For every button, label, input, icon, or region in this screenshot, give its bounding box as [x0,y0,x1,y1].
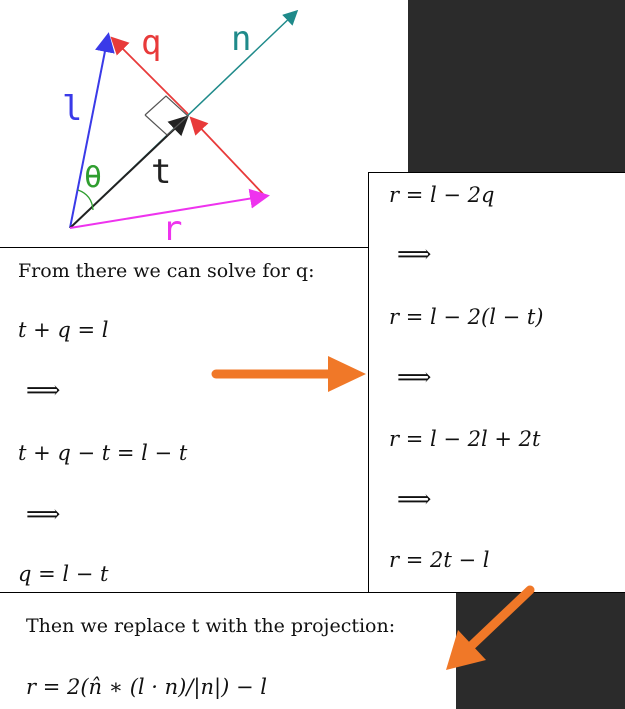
implies-symbol: ⟹ [397,240,432,268]
equation-line: r = l − 2(l − t) [389,305,544,329]
projection-intro-text: Then we replace t with the projection: [26,615,396,637]
solve-intro-text: From there we can solve for q: [18,260,315,282]
vector-diagram-panel: q n l θ t r [0,0,408,249]
implies-symbol: ⟹ [397,485,432,513]
vector-diagram: q n l θ t r [62,9,299,249]
final-formula: r = 2(n̂ ∗ (l · n)/|n|) − l [26,675,267,699]
solve-for-r-panel: r = l − 2q ⟹ r = l − 2(l − t) ⟹ r = l − … [368,172,625,593]
equation-line: t + q = l [18,318,109,342]
equation-line: r = 2t − l [389,548,490,572]
label-q: q [141,23,161,63]
vector-l-arrow [69,32,115,229]
label-n: n [231,19,251,59]
vector-q-lower-arrow [189,116,266,197]
right-angle-marker [144,95,189,136]
equation-line: t + q − t = l − t [18,441,188,465]
label-theta: θ [84,160,102,195]
orange-down-left-arrow-shaft [465,585,535,652]
solve-for-q-panel: From there we can solve for q: t + q = l… [0,247,369,593]
implies-symbol: ⟹ [397,363,432,391]
equation-line: q = l − t [18,562,109,586]
label-t: t [151,152,171,192]
equation-line: r = l − 2q [389,183,495,207]
implies-symbol: ⟹ [26,376,61,404]
projection-panel: Then we replace t with the projection: r… [0,592,456,709]
implies-symbol: ⟹ [26,500,61,528]
label-l: l [62,89,82,129]
label-r: r [162,209,182,249]
equation-line: r = l − 2l + 2t [389,427,541,451]
